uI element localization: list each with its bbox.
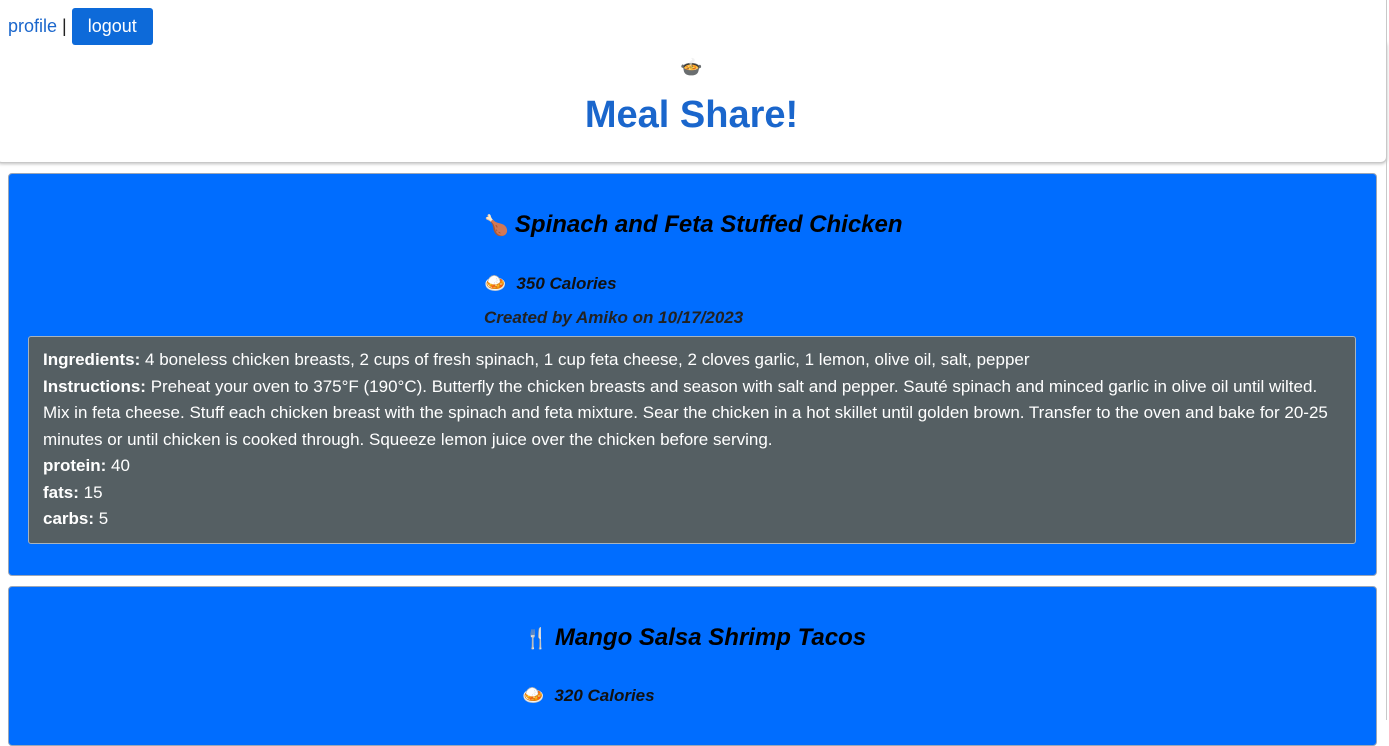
meal-calories-row: 🍛 320 Calories	[522, 684, 1376, 707]
fats-value: 15	[83, 482, 103, 502]
profile-link[interactable]: profile	[8, 16, 57, 37]
top-nav: profile | logout	[0, 0, 1386, 52]
meal-created-row: Created by Amiko on 10/17/2023	[484, 307, 1376, 329]
carbs-label: carbs:	[43, 509, 95, 528]
meal-header: 🍴 Mango Salsa Shrimp Tacos	[524, 623, 1376, 654]
curry-icon: 🍛	[484, 273, 507, 293]
protein-label: protein:	[43, 456, 107, 475]
fork-knife-icon: 🍴	[524, 628, 549, 650]
meal-card: 🍗 Spinach and Feta Stuffed Chicken 🍛 350 C…	[8, 173, 1377, 576]
meal-title: 🍗 Spinach and Feta Stuffed Chicken	[484, 210, 1376, 241]
site-header: 🍲 Meal Share!	[0, 40, 1387, 163]
fats-line: fats: 15	[43, 480, 1341, 507]
divider	[1386, 0, 1387, 720]
protein-line: protein: 40	[43, 453, 1341, 480]
calories-text: 350 Calories	[516, 274, 617, 293]
meal-created: Created by Amiko on 10/17/2023	[484, 308, 744, 327]
protein-value: 40	[111, 456, 130, 475]
instructions-text: Preheat your oven to 375°F (190°C). Butt…	[43, 376, 1328, 449]
meal-calories: 🍛 320 Calories	[522, 684, 1376, 707]
drumstick-icon: 🍗	[484, 215, 509, 237]
ingredients-line: Ingredients: 4 boneless chicken breasts,…	[43, 347, 1341, 374]
instructions-label: Instructions:	[43, 376, 146, 396]
meal-title-text: Mango Salsa Shrimp Tacos	[554, 624, 867, 651]
meal-card: 🍴 Mango Salsa Shrimp Tacos 🍛 320 Calories	[8, 586, 1377, 746]
curry-icon: 🍛	[522, 685, 545, 705]
meal-title: 🍴 Mango Salsa Shrimp Tacos	[524, 623, 1376, 654]
page-title: Meal Share!	[584, 94, 799, 136]
bowl-icon: 🍲	[680, 57, 703, 77]
carbs-line: carbs: 5	[43, 506, 1341, 533]
ingredients-text: 4 boneless chicken breasts, 2 cups of fr…	[145, 350, 1030, 369]
ingredients-label: Ingredients:	[43, 350, 141, 369]
fats-label: fats:	[43, 482, 79, 502]
instructions-line: Instructions: Preheat your oven to 375°F…	[43, 374, 1341, 454]
carbs-value: 5	[98, 509, 109, 528]
meal-calories-row: 🍛 350 Calories	[484, 272, 1376, 295]
calories-text: 320 Calories	[554, 686, 655, 705]
meal-calories: 🍛 350 Calories	[484, 272, 1376, 295]
logout-button[interactable]: logout	[71, 7, 153, 45]
meal-title-text: Spinach and Feta Stuffed Chicken	[514, 211, 903, 238]
meal-details: Ingredients: 4 boneless chicken breasts,…	[28, 336, 1356, 544]
nav-separator: |	[62, 15, 67, 36]
meal-header: 🍗 Spinach and Feta Stuffed Chicken	[484, 210, 1376, 241]
